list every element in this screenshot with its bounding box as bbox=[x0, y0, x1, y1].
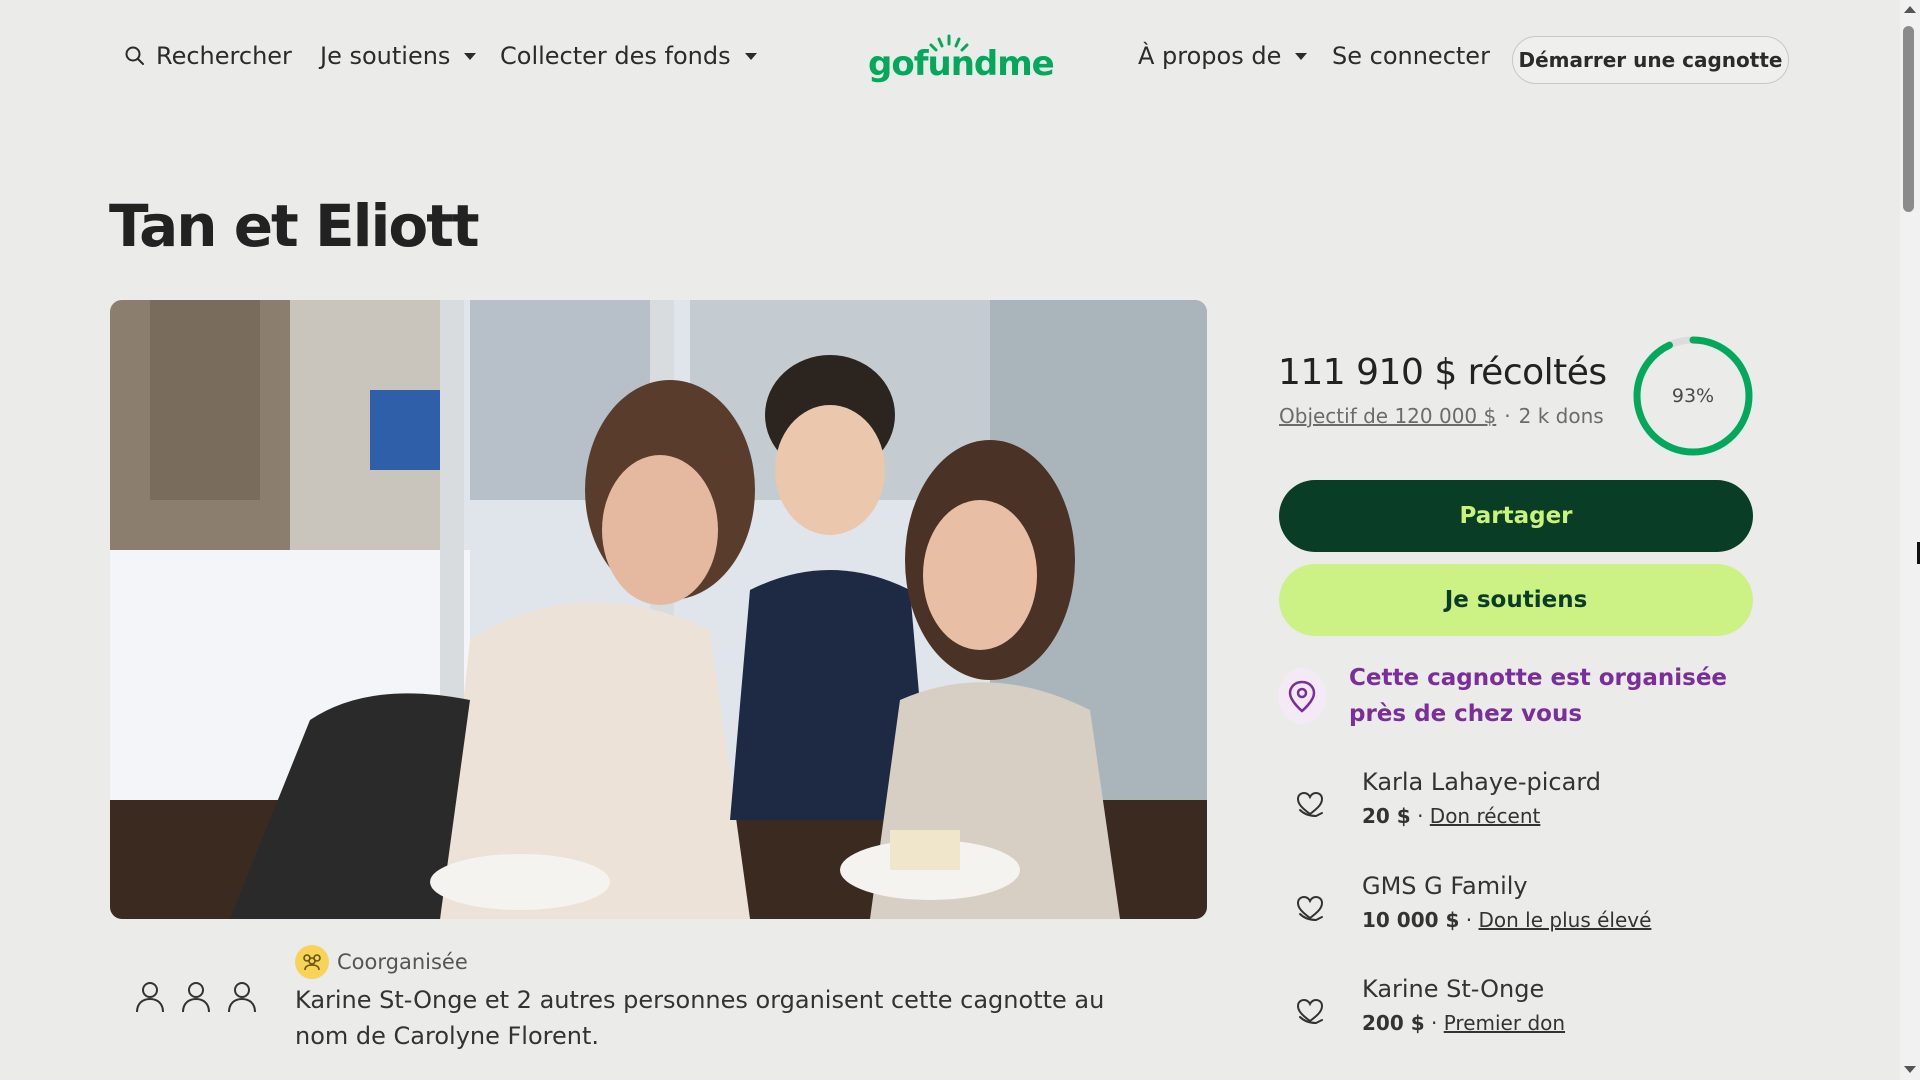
scroll-up-arrow-icon[interactable] bbox=[1904, 6, 1916, 13]
share-button[interactable]: Partager bbox=[1279, 480, 1753, 552]
logo-text: gofundme bbox=[868, 44, 1055, 84]
about-menu[interactable]: À propos de bbox=[1138, 42, 1308, 70]
donation-item: Karla Lahaye-picard 20 $ · Don récent bbox=[1288, 768, 1748, 848]
donation-item: GMS G Family 10 000 $ · Don le plus élev… bbox=[1288, 872, 1748, 952]
local-notice[interactable]: Cette cagnotte est organisée près de che… bbox=[1349, 660, 1749, 732]
login-link[interactable]: Se connecter bbox=[1332, 42, 1490, 70]
campaign-photo-illustration bbox=[110, 300, 1207, 919]
organizer-avatars[interactable] bbox=[134, 980, 264, 1016]
separator-dot: · bbox=[1504, 404, 1511, 428]
location-pin-icon bbox=[1278, 668, 1326, 724]
person-icon bbox=[182, 982, 210, 1013]
donation-amount: 200 $ bbox=[1362, 1011, 1425, 1035]
scroll-down-arrow-icon[interactable] bbox=[1904, 1066, 1916, 1073]
heart-hand-icon bbox=[1296, 895, 1324, 922]
donor-name: Karla Lahaye-picard bbox=[1362, 768, 1602, 796]
about-menu-label: À propos de bbox=[1138, 42, 1282, 70]
gofundme-logo[interactable]: gofundme bbox=[868, 30, 1055, 90]
caret-down-icon bbox=[744, 52, 757, 60]
organizers-description: Karine St-Onge et 2 autres personnes org… bbox=[295, 986, 1105, 1050]
donation-tag[interactable]: Don récent bbox=[1430, 804, 1541, 828]
donate-button[interactable]: Je soutiens bbox=[1279, 564, 1753, 636]
donation-amount: 20 $ bbox=[1362, 804, 1411, 828]
goal-link[interactable]: Objectif de 120 000 $ bbox=[1279, 404, 1496, 428]
co-organized-label: Coorganisée bbox=[337, 950, 468, 974]
login-label: Se connecter bbox=[1332, 42, 1490, 70]
start-fundraiser-button[interactable]: Démarrer une cagnotte bbox=[1512, 36, 1789, 84]
donor-name: GMS G Family bbox=[1362, 872, 1528, 900]
amount-raised: 111 910 $ récoltés bbox=[1278, 352, 1607, 393]
progress-percent: 93% bbox=[1671, 385, 1715, 407]
site-header: Rechercher Je soutiens Collecter des fon… bbox=[0, 0, 1900, 120]
group-icon bbox=[295, 945, 329, 979]
heart-hand-icon bbox=[1296, 791, 1324, 818]
donations-count: 2 k dons bbox=[1518, 404, 1604, 428]
goal-line: Objectif de 120 000 $ · 2 k dons bbox=[1279, 404, 1604, 428]
scrollbar-thumb[interactable] bbox=[1903, 26, 1914, 212]
donation-item: Karine St-Onge 200 $ · Premier don bbox=[1288, 975, 1748, 1055]
fundraise-menu[interactable]: Collecter des fonds bbox=[500, 42, 757, 70]
caret-down-icon bbox=[464, 52, 477, 60]
search-link[interactable]: Rechercher bbox=[124, 42, 292, 70]
donation-meta: 10 000 $ · Don le plus élevé bbox=[1362, 908, 1652, 932]
donation-meta: 200 $ · Premier don bbox=[1362, 1011, 1566, 1035]
donation-amount: 10 000 $ bbox=[1362, 908, 1460, 932]
donate-menu[interactable]: Je soutiens bbox=[320, 42, 477, 70]
person-icon bbox=[136, 982, 164, 1013]
donor-name: Karine St-Onge bbox=[1362, 975, 1545, 1003]
co-organized-badge: Coorganisée bbox=[295, 945, 468, 979]
donation-tag[interactable]: Don le plus élevé bbox=[1479, 908, 1652, 932]
search-icon bbox=[125, 46, 144, 65]
search-label: Rechercher bbox=[156, 42, 292, 70]
heart-hand-icon bbox=[1296, 998, 1324, 1025]
donation-tag[interactable]: Premier don bbox=[1444, 1011, 1565, 1035]
fundraise-menu-label: Collecter des fonds bbox=[500, 42, 731, 70]
caret-down-icon bbox=[1295, 52, 1308, 60]
campaign-title: Tan et Eliott bbox=[109, 192, 480, 260]
donation-meta: 20 $ · Don récent bbox=[1362, 804, 1541, 828]
donate-menu-label: Je soutiens bbox=[320, 42, 451, 70]
campaign-photo[interactable] bbox=[110, 300, 1207, 919]
person-icon bbox=[228, 982, 256, 1013]
